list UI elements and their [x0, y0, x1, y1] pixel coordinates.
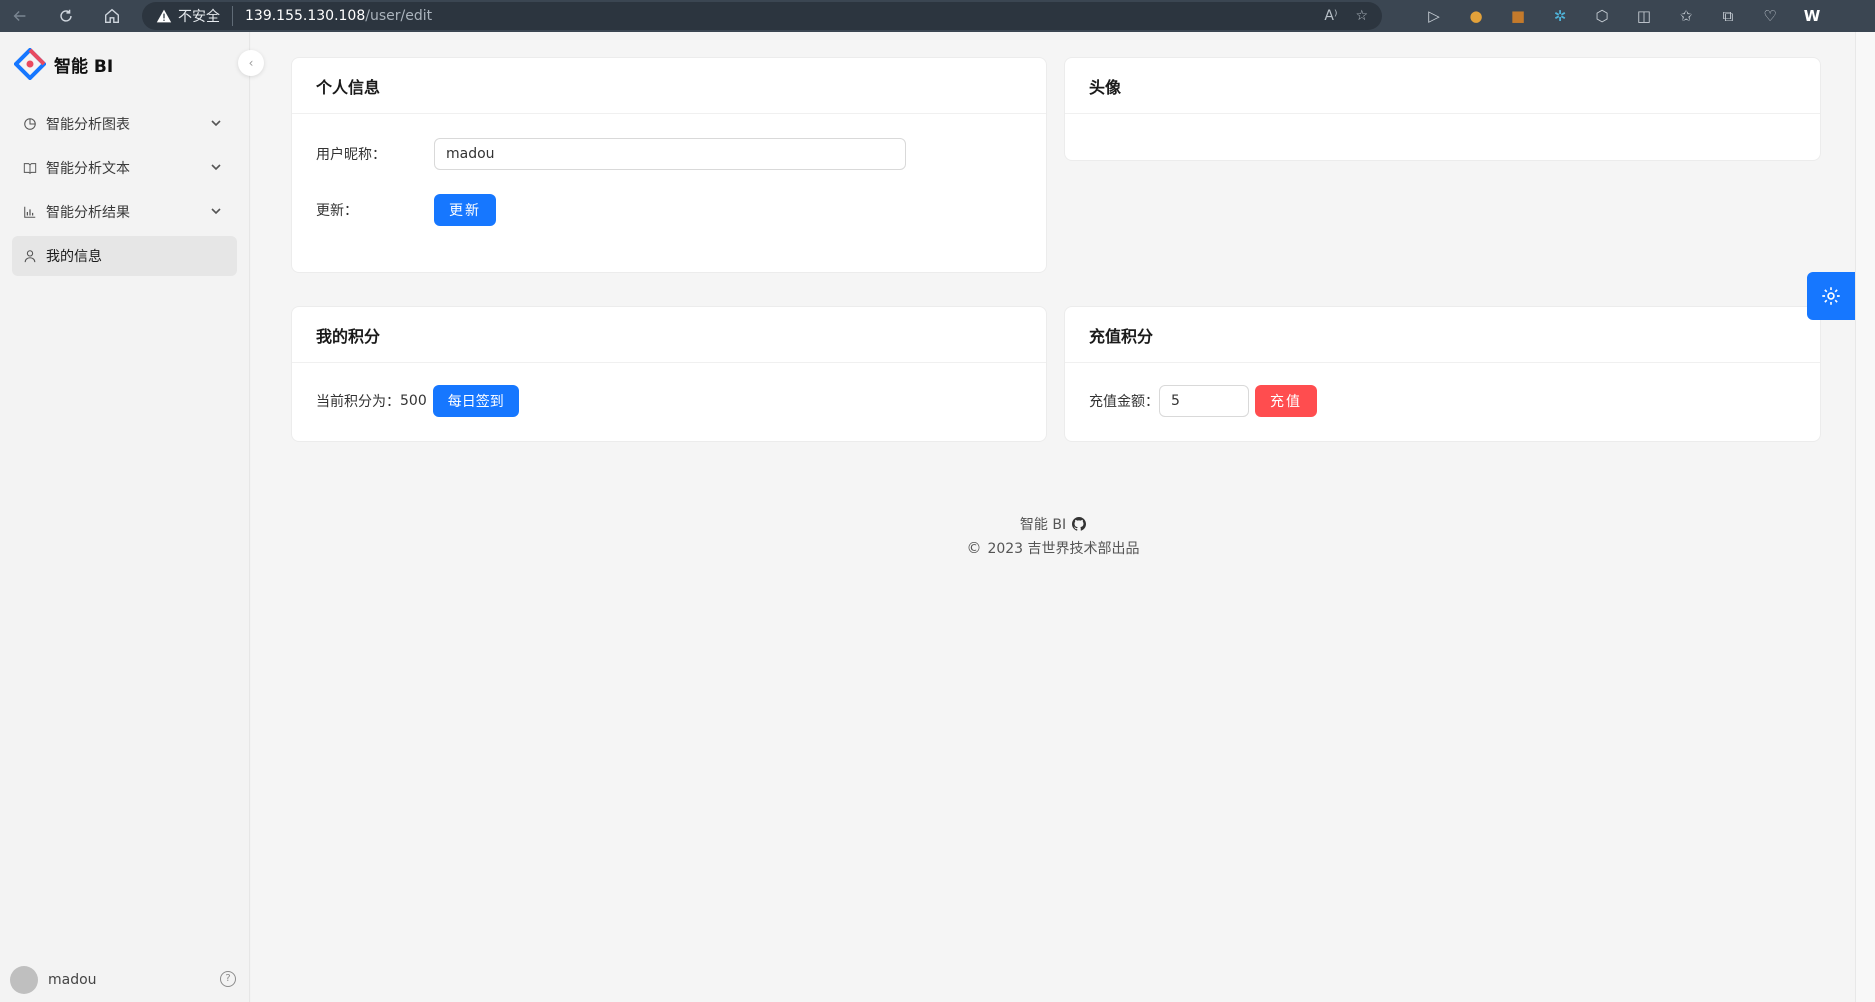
read-aloud-icon[interactable]: A⁾	[1324, 8, 1337, 24]
performance-icon[interactable]: ♡	[1756, 2, 1784, 30]
nickname-row: 用户昵称：	[316, 138, 1022, 170]
nickname-input[interactable]	[434, 138, 906, 170]
profile-card: 个人信息 用户昵称： 更新： 更新	[291, 57, 1047, 273]
play-extension-icon[interactable]: ▷	[1420, 2, 1448, 30]
sidebar-item-my-info[interactable]: 我的信息	[12, 236, 237, 276]
chevron-down-icon	[211, 164, 221, 171]
sidebar-item-label: 智能分析图表	[46, 117, 130, 133]
color-extension-icon[interactable]: ●	[1462, 2, 1490, 30]
footer-copyright: 2023 吉世界技术部出品	[987, 541, 1140, 557]
footer-copyright-line: © 2023 吉世界技术部出品	[251, 536, 1855, 560]
avatar-card-body	[1065, 114, 1820, 160]
recharge-card-title: 充值积分	[1065, 307, 1820, 363]
question-circle-icon[interactable]: ?	[220, 971, 236, 987]
favorites-icon[interactable]: ✩	[1672, 2, 1700, 30]
reload-icon	[60, 9, 72, 22]
sidebar-item-text-analysis[interactable]: 智能分析文本	[12, 148, 237, 188]
chevron-down-icon	[211, 120, 221, 127]
update-row: 更新： 更新	[316, 194, 1022, 226]
address-bar[interactable]: 不安全 139.155.130.108/user/edit A⁾ ☆	[142, 2, 1382, 30]
sidebar-item-label: 我的信息	[46, 249, 102, 265]
main-content: 个人信息 用户昵称： 更新： 更新 头像 我的积分 当前积分为： 500 每日签…	[251, 32, 1855, 1002]
warning-icon	[156, 9, 172, 23]
home-button[interactable]	[92, 0, 132, 32]
points-value: 500	[400, 393, 427, 409]
settings-drawer-button[interactable]	[1807, 272, 1855, 320]
chevron-left-icon: ‹	[248, 56, 254, 70]
sidebar-menu: 智能分析图表 智能分析文本 智能分析结果 我的信息	[0, 104, 249, 276]
nickname-label: 用户昵称：	[316, 147, 386, 163]
points-card-title: 我的积分	[292, 307, 1046, 363]
points-label: 当前积分为：	[316, 394, 400, 410]
sidebar-item-label: 智能分析结果	[46, 205, 130, 221]
page-footer: 智能 BI © 2023 吉世界技术部出品	[251, 512, 1855, 560]
network-extension-icon[interactable]: ✲	[1546, 2, 1574, 30]
profile-extension-icon[interactable]: ■	[1504, 2, 1532, 30]
profile-card-title: 个人信息	[292, 58, 1046, 114]
avatar-card-title: 头像	[1065, 58, 1820, 114]
sidebar-user-name: madou	[48, 972, 97, 988]
favorite-star-icon[interactable]: ☆	[1355, 8, 1368, 24]
points-card-body: 当前积分为： 500 每日签到	[292, 363, 1046, 439]
app-name: 智能 BI	[54, 56, 114, 77]
app-logo[interactable]: 智能 BI	[0, 32, 249, 96]
sidebar-item-analysis-results[interactable]: 智能分析结果	[12, 192, 237, 232]
split-screen-icon[interactable]: ◫	[1630, 2, 1658, 30]
points-card: 我的积分 当前积分为： 500 每日签到	[291, 306, 1047, 442]
recharge-card-body: 充值金额： 充值	[1065, 363, 1820, 439]
update-button[interactable]: 更新	[434, 194, 496, 226]
bar-chart-icon	[22, 204, 38, 220]
sidebar: 智能 BI ‹ 智能分析图表 智能分析文本 智能分析结果 我的信息 madou …	[0, 32, 264, 1002]
back-button[interactable]	[0, 0, 40, 32]
url-host: 139.155.130.108	[245, 8, 366, 24]
recharge-card: 充值积分 充值金额： 充值	[1064, 306, 1821, 442]
book-icon	[22, 160, 38, 176]
copyright-icon: ©	[966, 539, 982, 557]
browser-toolbar: 不安全 139.155.130.108/user/edit A⁾ ☆ ▷ ● ■…	[0, 0, 1875, 32]
gear-icon	[1822, 287, 1840, 305]
url-path: /user/edit	[365, 8, 433, 24]
sidebar-collapse-button[interactable]: ‹	[238, 50, 264, 76]
footer-brand-line: 智能 BI	[251, 512, 1855, 536]
recharge-amount-input[interactable]	[1159, 385, 1249, 417]
profile-card-body: 用户昵称： 更新： 更新	[292, 114, 1046, 274]
arrow-left-icon	[13, 10, 26, 22]
update-label: 更新：	[316, 203, 358, 219]
reload-button[interactable]	[46, 0, 86, 32]
user-icon	[22, 248, 38, 264]
avatar-card: 头像	[1064, 57, 1821, 161]
logo-icon	[14, 48, 46, 80]
extensions-icon[interactable]: ⬡	[1588, 2, 1616, 30]
chevron-down-icon	[211, 208, 221, 215]
security-label: 不安全	[178, 9, 220, 25]
page-scrollbar[interactable]	[1855, 32, 1875, 1002]
home-icon	[105, 8, 119, 23]
recharge-button[interactable]: 充值	[1255, 385, 1317, 417]
github-icon[interactable]	[1072, 517, 1087, 531]
daily-checkin-button[interactable]: 每日签到	[432, 385, 519, 417]
avatar[interactable]	[10, 966, 38, 994]
footer-brand[interactable]: 智能 BI	[1020, 514, 1066, 534]
pie-chart-icon	[22, 116, 38, 132]
browser-profile-icon[interactable]: W	[1798, 2, 1826, 30]
recharge-amount-label: 充值金额：	[1089, 394, 1159, 410]
recharge-row: 充值金额： 充值	[1089, 385, 1796, 417]
points-row: 当前积分为： 500 每日签到	[316, 385, 1022, 417]
sidebar-item-chart-analysis[interactable]: 智能分析图表	[12, 104, 237, 144]
sidebar-item-label: 智能分析文本	[46, 161, 130, 177]
sidebar-user[interactable]: madou ?	[0, 958, 250, 1002]
security-warning[interactable]: 不安全	[156, 6, 233, 26]
collections-icon[interactable]: ⧉	[1714, 2, 1742, 30]
